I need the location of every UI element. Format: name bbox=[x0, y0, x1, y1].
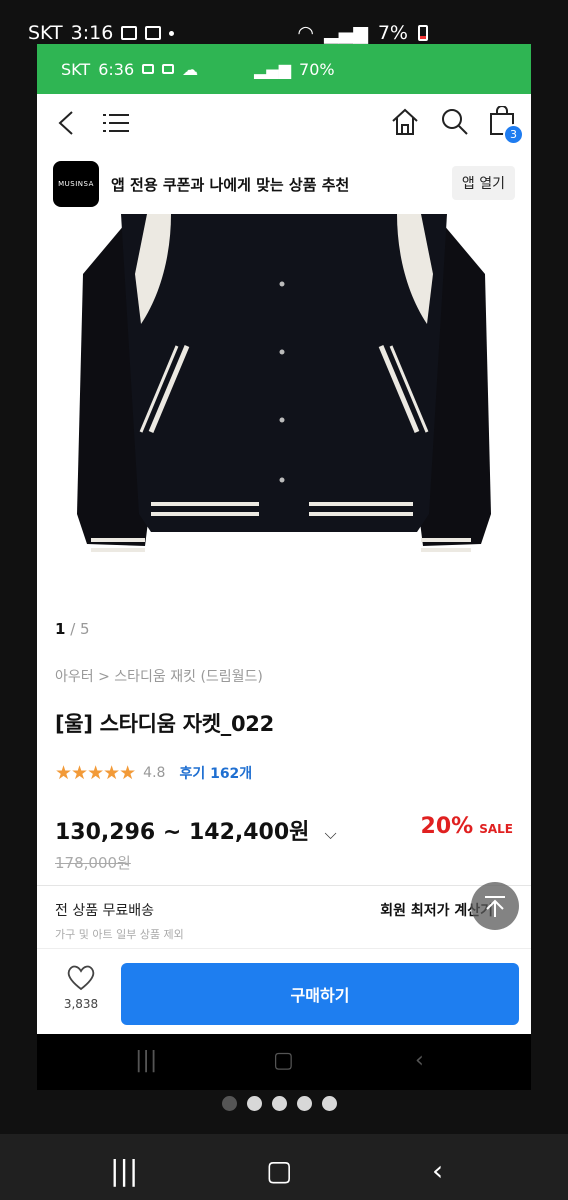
inner-time: 6:36 bbox=[98, 59, 135, 79]
sale-label: SALE bbox=[479, 822, 513, 836]
outer-status-right: ◠ ▂▄▆ 7% bbox=[297, 22, 428, 44]
recent-apps-icon[interactable]: ||| bbox=[135, 1048, 157, 1073]
brand-logo: MUSINSA bbox=[53, 161, 99, 207]
product-title: [울] 스타디움 자켓_022 bbox=[55, 712, 274, 736]
back-icon[interactable]: ‹ bbox=[432, 1154, 443, 1187]
outer-nav-bar: ||| ▢ ‹ bbox=[0, 1134, 568, 1200]
inner-carrier: SKT bbox=[61, 59, 91, 79]
shipping-sub-info: 가구 및 아트 일부 상품 제외 bbox=[55, 928, 184, 941]
like-button[interactable]: 3,838 bbox=[61, 965, 101, 1011]
inner-battery: 70% bbox=[299, 59, 335, 79]
wifi-icon: ◠ bbox=[297, 22, 314, 44]
page-dot bbox=[247, 1096, 262, 1111]
image-total: / 5 bbox=[70, 620, 90, 638]
bottom-action-bar: 3,838 구매하기 bbox=[37, 948, 531, 1030]
chat-icon bbox=[162, 64, 175, 74]
like-count: 3,838 bbox=[63, 997, 99, 1011]
outer-battery: 7% bbox=[377, 22, 408, 44]
rating-row: ★★★★★ 4.8 후기 162개 bbox=[55, 762, 531, 784]
recent-apps-icon[interactable]: ||| bbox=[110, 1154, 138, 1187]
page-dot bbox=[272, 1096, 287, 1111]
jacket-image bbox=[77, 214, 491, 552]
page-dot bbox=[297, 1096, 312, 1111]
breadcrumb[interactable]: 아우터 > 스타디움 재킷 (드림월드) bbox=[55, 666, 531, 686]
cart-count-badge: 3 bbox=[503, 124, 524, 145]
open-app-button[interactable]: 앱 열기 bbox=[451, 166, 515, 200]
arrow-up-icon bbox=[485, 896, 505, 917]
notification-dot-icon bbox=[169, 30, 175, 36]
outer-carrier: SKT bbox=[28, 22, 63, 44]
discount-badge: 20% SALE bbox=[421, 814, 513, 839]
review-link[interactable]: 후기 162개 bbox=[179, 763, 252, 783]
chevron-down-icon[interactable]: ⌵ bbox=[325, 824, 337, 844]
rating-value: 4.8 bbox=[143, 765, 166, 781]
inner-status-bar: SKT 6:36 ☁ ▂▄▆ 70% bbox=[37, 44, 531, 94]
star-rating-icon: ★★★★★ bbox=[55, 762, 136, 784]
back-arrow-icon[interactable] bbox=[57, 110, 75, 136]
battery-icon bbox=[418, 25, 428, 41]
back-icon[interactable]: ‹ bbox=[415, 1048, 424, 1073]
signal-icon: ▂▄▆ bbox=[254, 59, 292, 79]
outer-time: 3:16 bbox=[70, 22, 114, 44]
page-dot bbox=[222, 1096, 237, 1111]
calendar-icon bbox=[145, 26, 162, 40]
banner-text: 앱 전용 쿠폰과 나에게 맞는 상품 추천 bbox=[111, 175, 350, 194]
shipping-info: 전 상품 무료배송 bbox=[55, 903, 155, 919]
image-index: 1 bbox=[55, 620, 66, 638]
page-dot bbox=[322, 1096, 337, 1111]
scroll-to-top-button[interactable] bbox=[471, 882, 519, 930]
app-promo-banner[interactable]: MUSINSA 앱 전용 쿠폰과 나에게 맞는 상품 추천 앱 열기 bbox=[37, 154, 531, 214]
discount-percent: 20% bbox=[420, 814, 474, 839]
home-icon[interactable] bbox=[391, 108, 419, 136]
page-indicator bbox=[222, 1096, 337, 1111]
heart-icon bbox=[67, 965, 95, 991]
product-image[interactable] bbox=[37, 214, 531, 604]
shipping-row: 전 상품 무료배송 회원 최저가 계산기 가구 및 아트 일부 상품 제외 bbox=[37, 886, 531, 941]
original-price: 178,000원 bbox=[55, 854, 131, 872]
image-counter: 1 / 5 bbox=[55, 620, 531, 638]
outer-status-left: SKT 3:16 bbox=[28, 22, 175, 44]
price-range[interactable]: 130,296 ~ 142,400원 bbox=[55, 820, 309, 845]
price-row: 130,296 ~ 142,400원 ⌵ 20% SALE bbox=[55, 814, 531, 845]
search-icon[interactable] bbox=[441, 108, 469, 136]
cloud-icon: ☁ bbox=[182, 59, 199, 79]
inner-nav-bar: ||| ▢ ‹ bbox=[37, 1034, 531, 1090]
home-button-icon[interactable]: ▢ bbox=[273, 1048, 294, 1073]
home-button-icon[interactable]: ▢ bbox=[266, 1154, 292, 1187]
screenshot-screen: SKT 6:36 ☁ ▂▄▆ 70% 3 MUSINSA 앱 전용 쿠폰과 나에… bbox=[37, 44, 531, 1090]
outer-status-bar: SKT 3:16 ◠ ▂▄▆ 7% bbox=[0, 0, 568, 44]
signal-icon: ▂▄▆ bbox=[324, 22, 368, 44]
gallery-icon bbox=[121, 26, 138, 40]
app-bar: 3 bbox=[37, 94, 531, 154]
buy-button[interactable]: 구매하기 bbox=[121, 963, 519, 1025]
gallery-icon bbox=[142, 64, 155, 74]
menu-icon[interactable] bbox=[103, 114, 129, 132]
